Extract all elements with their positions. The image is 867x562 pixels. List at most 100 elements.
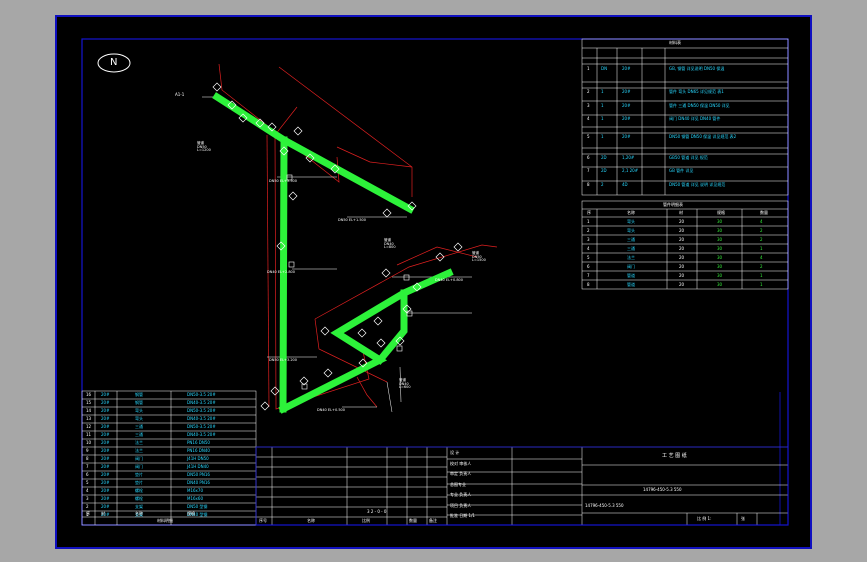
left-table-cell: 20# xyxy=(101,480,110,485)
parts-cell: 30 xyxy=(717,255,723,260)
approval-label: 批准 日期 1/1 xyxy=(450,513,475,518)
left-table-cell: PN16 DN50 xyxy=(187,440,210,445)
left-table-cell: 20# xyxy=(101,456,110,461)
bottom-header-cell: 比例 xyxy=(362,518,370,523)
legend-cell: 阀门 DN40 详见 DN40 管件 xyxy=(669,116,721,121)
title-block-frame xyxy=(255,446,788,525)
parts-cell: 法兰 xyxy=(627,255,635,260)
parts-cell: 4 xyxy=(760,255,763,260)
parts-cell: 4 xyxy=(587,246,590,251)
left-table-cell: 6 xyxy=(86,472,89,477)
approval-label: 校对 审核人 xyxy=(450,460,472,466)
parts-cell: 弯头 xyxy=(627,219,635,224)
legend-cell: 1 xyxy=(601,116,604,121)
legend-cell: 3 xyxy=(587,103,590,108)
left-table-cell: 12 xyxy=(86,424,92,429)
approval-label: 审定 负责人 xyxy=(450,471,472,476)
pipe-tag: DN40 EL+0.800 xyxy=(435,278,463,282)
legend-cell: 6 xyxy=(587,155,590,160)
parts-cell: 2 xyxy=(760,264,763,269)
left-table-header: 材 xyxy=(101,511,105,516)
parts-cell: 30 xyxy=(717,264,723,269)
parts-cell: 阀门 xyxy=(627,264,635,269)
parts-cell: 1 xyxy=(587,219,590,224)
parts-cell: 2 xyxy=(760,237,763,242)
left-table-cell: 9 xyxy=(86,448,89,453)
left-table-cell: 20# xyxy=(101,424,110,429)
parts-table-frame xyxy=(581,200,789,290)
parts-cell: 20 xyxy=(679,264,685,269)
left-table-cell: PN16 DN40 xyxy=(187,448,210,453)
left-table-header: 规格 xyxy=(187,511,195,516)
bottom-header-cell: 名称 xyxy=(307,518,315,523)
left-table-header: 名称 xyxy=(135,511,143,516)
parts-cell: 7 xyxy=(587,273,590,278)
left-table-cell: 7 xyxy=(86,464,89,469)
parts-cell: 20 xyxy=(679,246,685,251)
left-table-cell: 螺栓 xyxy=(135,488,143,493)
left-table-cell: 20# xyxy=(101,392,110,397)
elevation-note: 管道 DN40 L=800 xyxy=(384,238,396,249)
left-table-cell: 20# xyxy=(101,504,110,509)
parts-cell: 5 xyxy=(587,255,590,260)
pipe-tag-a1: A1-1 xyxy=(175,92,185,97)
left-table-cell: 14 xyxy=(86,408,92,413)
left-table-cell: DN50-3.5 20# xyxy=(187,408,216,413)
left-table-cell: 20# xyxy=(101,496,110,501)
legend-cell: 1,20# xyxy=(622,155,635,160)
parts-cell: 20 xyxy=(679,282,685,287)
left-table-cell: 8 xyxy=(86,456,89,461)
pipe-run-bottom xyxy=(278,268,454,414)
left-table-cell: 垫片 xyxy=(135,480,143,485)
reference-planes xyxy=(218,63,498,410)
left-table-cell: 2 xyxy=(86,504,89,509)
left-table-cell: 5 xyxy=(86,480,89,485)
parts-cell: 30 xyxy=(717,282,723,287)
sheet-label: 张 xyxy=(741,516,745,521)
left-table-cell: DN40-3.5 20# xyxy=(187,416,216,421)
left-table-cell: DN40-3.5 20# xyxy=(187,400,216,405)
left-table-cell: 法兰 xyxy=(135,448,143,453)
parts-cell: 三通 xyxy=(627,237,635,242)
parts-cell: 3 xyxy=(587,237,590,242)
left-table-cell: 三通 xyxy=(135,424,143,429)
left-table-cell: 20# xyxy=(101,472,110,477)
drawing-sheet: N A1-1 DN50 EL+3.500 DN40 EL+2.800 DN50 … xyxy=(55,15,812,549)
left-table-cell: DN40 PN16 xyxy=(187,480,210,485)
legend-cell: 2,1 20# xyxy=(622,168,639,173)
leader-lines xyxy=(202,96,472,413)
approval-label: 专业 负责人 xyxy=(450,492,472,497)
left-table-cell: 20# xyxy=(101,400,110,405)
left-table-cell: 20# xyxy=(101,408,110,413)
approval-label: 设 计 xyxy=(450,450,460,455)
parts-cell: 30 xyxy=(717,228,723,233)
left-table-cell: 20# xyxy=(101,440,110,445)
legend-cell: 4D xyxy=(622,182,628,187)
left-table-cell: 钢管 xyxy=(135,392,143,397)
bottom-header-cell: 序号 xyxy=(259,518,267,523)
parts-cell: 20 xyxy=(679,228,685,233)
left-table-cell: 20# xyxy=(101,448,110,453)
parts-cell: 规格 xyxy=(717,210,725,215)
left-table-cell: 阀门 xyxy=(135,456,143,461)
left-table-cell: 法兰 xyxy=(135,440,143,445)
legend-cell: GB50 管道 详见 规范 xyxy=(669,155,708,160)
pipe-network xyxy=(212,92,454,414)
legend-title: 材料表 xyxy=(669,40,681,45)
left-table-cell: 20# xyxy=(101,416,110,421)
left-table-cell: 20# xyxy=(101,432,110,437)
parts-cell: 8 xyxy=(587,282,590,287)
parts-cell: 2 xyxy=(587,228,590,233)
left-table-cell: 3 xyxy=(86,496,89,501)
left-table-cell: 16 xyxy=(86,392,92,397)
parts-cell: 4 xyxy=(760,219,763,224)
left-table-cell: 11 xyxy=(86,432,92,437)
parts-cell: 管道 xyxy=(627,282,635,287)
legend-cell: 1 xyxy=(601,89,604,94)
legend-cell: 20# xyxy=(622,116,631,121)
left-table-cell: J41H DN50 xyxy=(187,456,209,461)
left-table-cell: 4 xyxy=(86,488,89,493)
north-label: N xyxy=(110,57,118,68)
legend-cell: 20# xyxy=(622,103,631,108)
left-table-cell: DN50-3.5 20# xyxy=(187,392,216,397)
